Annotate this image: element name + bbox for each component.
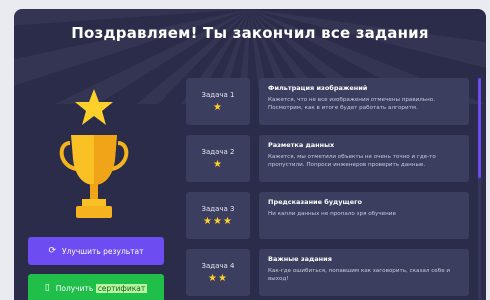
task-label: Задача 1: [201, 90, 235, 99]
task-text: Ни капли данных не пропало зря обучение: [268, 211, 396, 217]
task-score: Задача 4 ★★: [186, 249, 250, 296]
task-row-1: Задача 1 ★ Фильтрация изображений Кажетс…: [186, 78, 476, 125]
get-certificate-button[interactable]: ▯ Получить сертификат: [28, 274, 164, 300]
scrollbar-thumb[interactable]: [478, 78, 481, 178]
task-score: Задача 2 ★: [186, 135, 250, 182]
task-title: Важные задания: [268, 255, 332, 263]
task-score: Задача 3 ★★★: [186, 192, 250, 239]
document-icon: ▯: [44, 282, 50, 293]
task-text: Как-где ошибиться, попавшим как заговори…: [268, 268, 451, 282]
task-description: Важные задания Как-где ошибиться, попавш…: [259, 249, 469, 296]
task-score: Задача 1 ★: [186, 78, 250, 125]
trophy-icon: [59, 89, 129, 218]
improve-result-button[interactable]: ⟳ Улучшить результат: [28, 237, 164, 265]
star-rating: ★: [213, 158, 223, 170]
task-description: Фильтрация изображений Кажется, что не в…: [259, 78, 469, 125]
page-title: Поздравляем! Ты закончил все задания: [71, 24, 429, 42]
task-title: Предсказание будущего: [268, 198, 362, 206]
results-card: Поздравляем! Ты закончил все задания ⟳ У…: [14, 9, 486, 300]
star-rating: ★★★: [203, 215, 233, 227]
task-title: Разметка данных: [268, 141, 335, 149]
task-row-2: Задача 2 ★ Разметка данных Кажется, мы о…: [186, 135, 476, 182]
task-title: Фильтрация изображений: [268, 84, 368, 92]
star-rating: ★: [213, 101, 223, 113]
task-row-3: Задача 3 ★★★ Предсказание будущего Ни ка…: [186, 192, 476, 239]
refresh-icon: ⟳: [48, 245, 57, 256]
improve-result-label: Улучшить результат: [62, 246, 144, 256]
task-label: Задача 3: [201, 204, 235, 213]
get-certificate-label: Получить сертификат: [55, 283, 148, 293]
task-description: Разметка данных Кажется, мы отметили объ…: [259, 135, 469, 182]
star-icon: [75, 89, 113, 125]
task-label: Задача 2: [201, 147, 235, 156]
task-text: Кажется, мы отметили объекты не очень то…: [268, 154, 436, 168]
task-row-4: Задача 4 ★★ Важные задания Как-где ошиби…: [186, 249, 476, 296]
task-description: Предсказание будущего Ни капли данных не…: [259, 192, 469, 239]
header: Поздравляем! Ты закончил все задания: [14, 9, 486, 57]
reward-panel: ⟳ Улучшить результат ▯ Получить сертифик…: [14, 65, 174, 300]
scrollbar[interactable]: [478, 78, 481, 300]
task-text: Кажется, что не все изображения отмечены…: [268, 97, 435, 111]
star-rating: ★★: [208, 272, 228, 284]
task-label: Задача 4: [201, 261, 235, 270]
